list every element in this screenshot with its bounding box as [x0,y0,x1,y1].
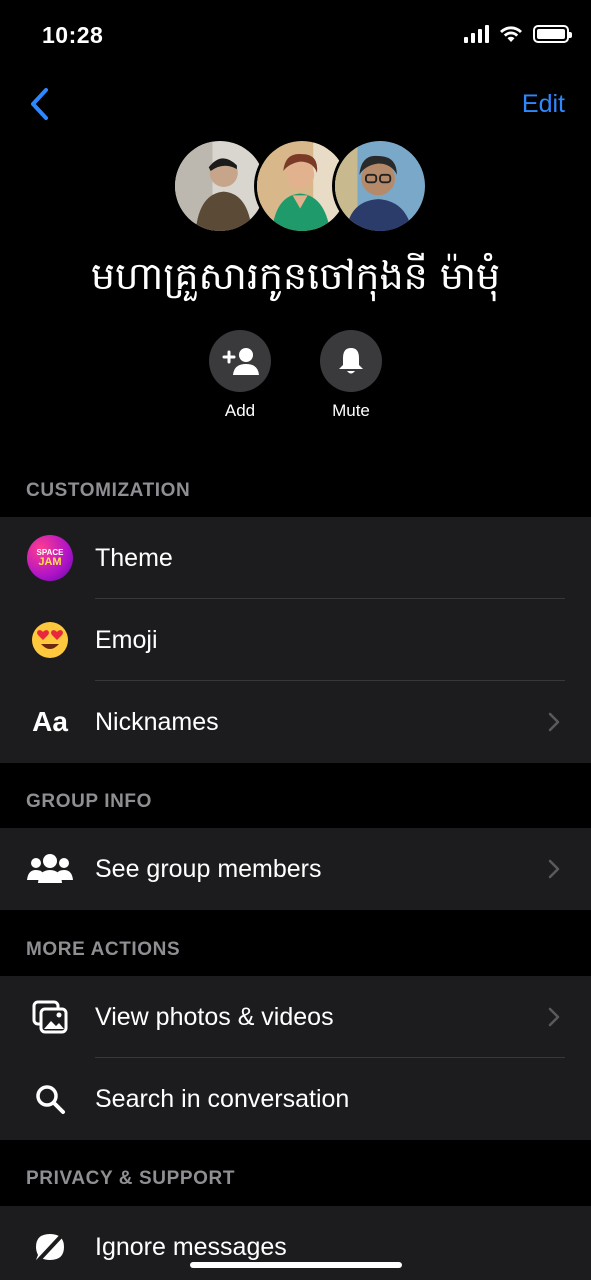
emoji-row[interactable]: Emoji [0,599,591,681]
home-indicator [190,1262,402,1268]
wifi-icon [500,26,522,42]
theme-row[interactable]: SPACE JAM Theme [0,517,591,599]
ignore-messages-row[interactable]: Ignore messages [0,1206,591,1280]
privacy-support-group: Ignore messages [0,1206,591,1280]
back-button[interactable] [26,84,60,124]
section-header-customization: CUSTOMIZATION [26,480,191,501]
section-header-more-actions: MORE ACTIONS [26,939,181,960]
battery-icon [533,25,572,43]
more-actions-group: View photos & videos Search in conversat… [0,976,591,1140]
bell-icon [339,348,363,374]
nicknames-row[interactable]: Aa Nicknames [0,681,591,763]
ignore-messages-label: Ignore messages [95,1232,287,1261]
view-photos-videos-row[interactable]: View photos & videos [0,976,591,1058]
status-bar: 10:28 [0,0,591,72]
see-group-members-row[interactable]: See group members [0,828,591,910]
theme-label: Theme [95,543,173,572]
heart-eyes-emoji-icon [26,616,74,664]
search-in-conversation-label: Search in conversation [95,1084,350,1113]
chevron-right-icon [548,1007,560,1027]
cellular-signal-icon [464,25,489,43]
status-time: 10:28 [42,22,104,48]
add-label: Add [224,401,256,420]
see-group-members-label: See group members [95,854,322,883]
nicknames-label: Nicknames [95,707,219,736]
status-icons [464,25,572,43]
people-icon [26,845,74,893]
add-button[interactable]: Add [200,330,280,421]
theme-icon: SPACE JAM [26,534,74,582]
mute-label: Mute [332,401,370,420]
emoji-label: Emoji [95,625,158,654]
edit-button[interactable]: Edit [522,90,565,119]
view-photos-videos-label: View photos & videos [95,1002,334,1031]
search-in-conversation-row[interactable]: Search in conversation [0,1058,591,1140]
group-avatars [172,138,428,234]
avatar [332,138,428,234]
chevron-left-icon [31,88,48,120]
group-info-group: See group members [0,828,591,910]
group-name: មហាគ្រួសារកូនចៅកុងនី ម៉ាមុំ [90,254,501,298]
mute-button[interactable]: Mute [311,330,391,421]
chevron-right-icon [548,859,560,879]
section-header-privacy-support: PRIVACY & SUPPORT [26,1168,236,1189]
customization-group: SPACE JAM Theme Emoji Aa Nicknames [0,517,591,763]
text-aa-icon: Aa [32,706,68,737]
photos-icon [26,993,74,1041]
ignore-icon [26,1223,74,1271]
chevron-right-icon [548,712,560,732]
section-header-group-info: GROUP INFO [26,791,152,812]
search-icon [26,1075,74,1123]
add-person-icon [222,348,259,375]
